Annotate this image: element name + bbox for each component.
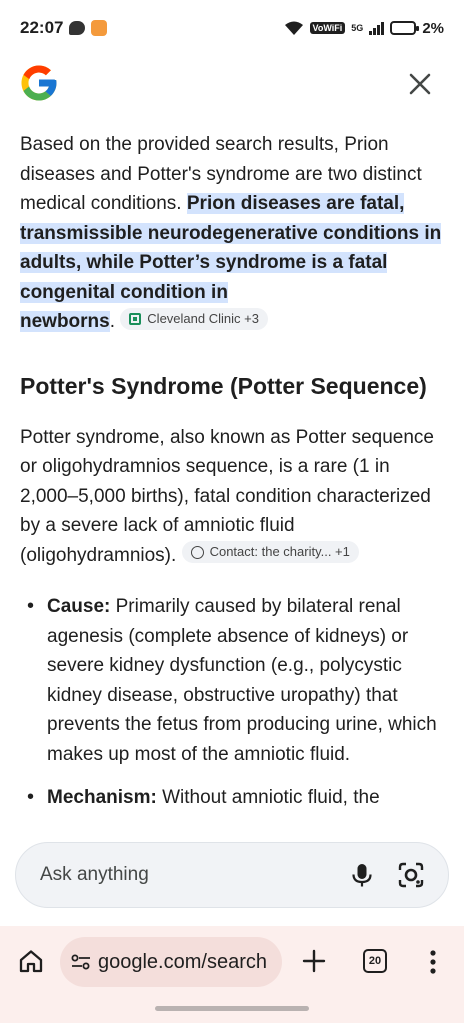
ask-area: Ask anything [0,818,464,926]
message-notification-icon [69,21,86,35]
home-icon[interactable] [18,948,44,974]
bullet-label: Mechanism: [47,787,157,808]
battery-icon [390,21,420,35]
source-chip-cleveland-clinic[interactable]: Cleveland Clinic +3 [120,308,268,330]
signal-icon [369,21,385,35]
source-chip-label: Contact: the charity... +1 [209,544,350,559]
status-bar: 22:07 VoWiFi 5G 2% [0,0,464,56]
section-paragraph: Potter syndrome, also known as Potter se… [20,423,446,571]
source-chip-contact[interactable]: Contact: the charity... +1 [181,541,359,563]
app-notification-icon [91,20,108,36]
intro-period: . [109,311,116,332]
section-heading: Potter's Syndrome (Potter Sequence) [20,372,427,399]
network-gen-label: 5G [351,23,364,33]
answer-content: Based on the provided search results, Pr… [20,130,446,813]
gesture-handle[interactable] [155,1006,309,1011]
tab-count: 20 [368,955,382,967]
wifi-icon [284,21,303,35]
intro-highlight-end: newborns [20,311,110,332]
bullet-label: Cause: [47,596,111,617]
ask-input[interactable]: Ask anything [15,842,449,908]
ask-placeholder: Ask anything [40,864,149,885]
status-left: 22:07 [20,18,108,38]
address-bar[interactable]: google.com/search [60,937,282,987]
more-options-icon[interactable] [424,947,442,977]
intro-paragraph: Based on the provided search results, Pr… [20,130,446,337]
vowifi-badge: VoWiFi [309,22,346,34]
battery-level: 2% [422,19,444,37]
bullet-list: Cause: Primarily caused by bilateral ren… [20,592,446,813]
ai-mode-header [0,56,464,116]
browser-toolbar: google.com/search 20 [0,926,464,998]
close-icon[interactable] [406,70,434,98]
new-tab-icon[interactable] [301,948,327,974]
bullet-text: Without amniotic fluid, the [156,787,380,808]
status-time: 22:07 [20,18,64,37]
bullet-item-cause: Cause: Primarily caused by bilateral ren… [20,592,446,769]
url-text: google.com/search [98,950,267,973]
google-lens-icon[interactable] [396,860,426,890]
status-right: VoWiFi 5G 2% [284,20,444,37]
contact-charity-icon [190,545,204,559]
bullet-text: Primarily caused by bilateral renal agen… [47,596,437,765]
gesture-area [0,998,464,1023]
google-g-logo [21,65,57,101]
microphone-icon[interactable] [348,861,376,889]
site-settings-icon[interactable] [70,951,92,973]
source-chip-label: Cleveland Clinic +3 [147,311,259,326]
bullet-item-mechanism: Mechanism: Without amniotic fluid, the [20,783,446,813]
tab-switcher-button[interactable]: 20 [363,949,387,973]
cleveland-clinic-icon [129,313,142,325]
